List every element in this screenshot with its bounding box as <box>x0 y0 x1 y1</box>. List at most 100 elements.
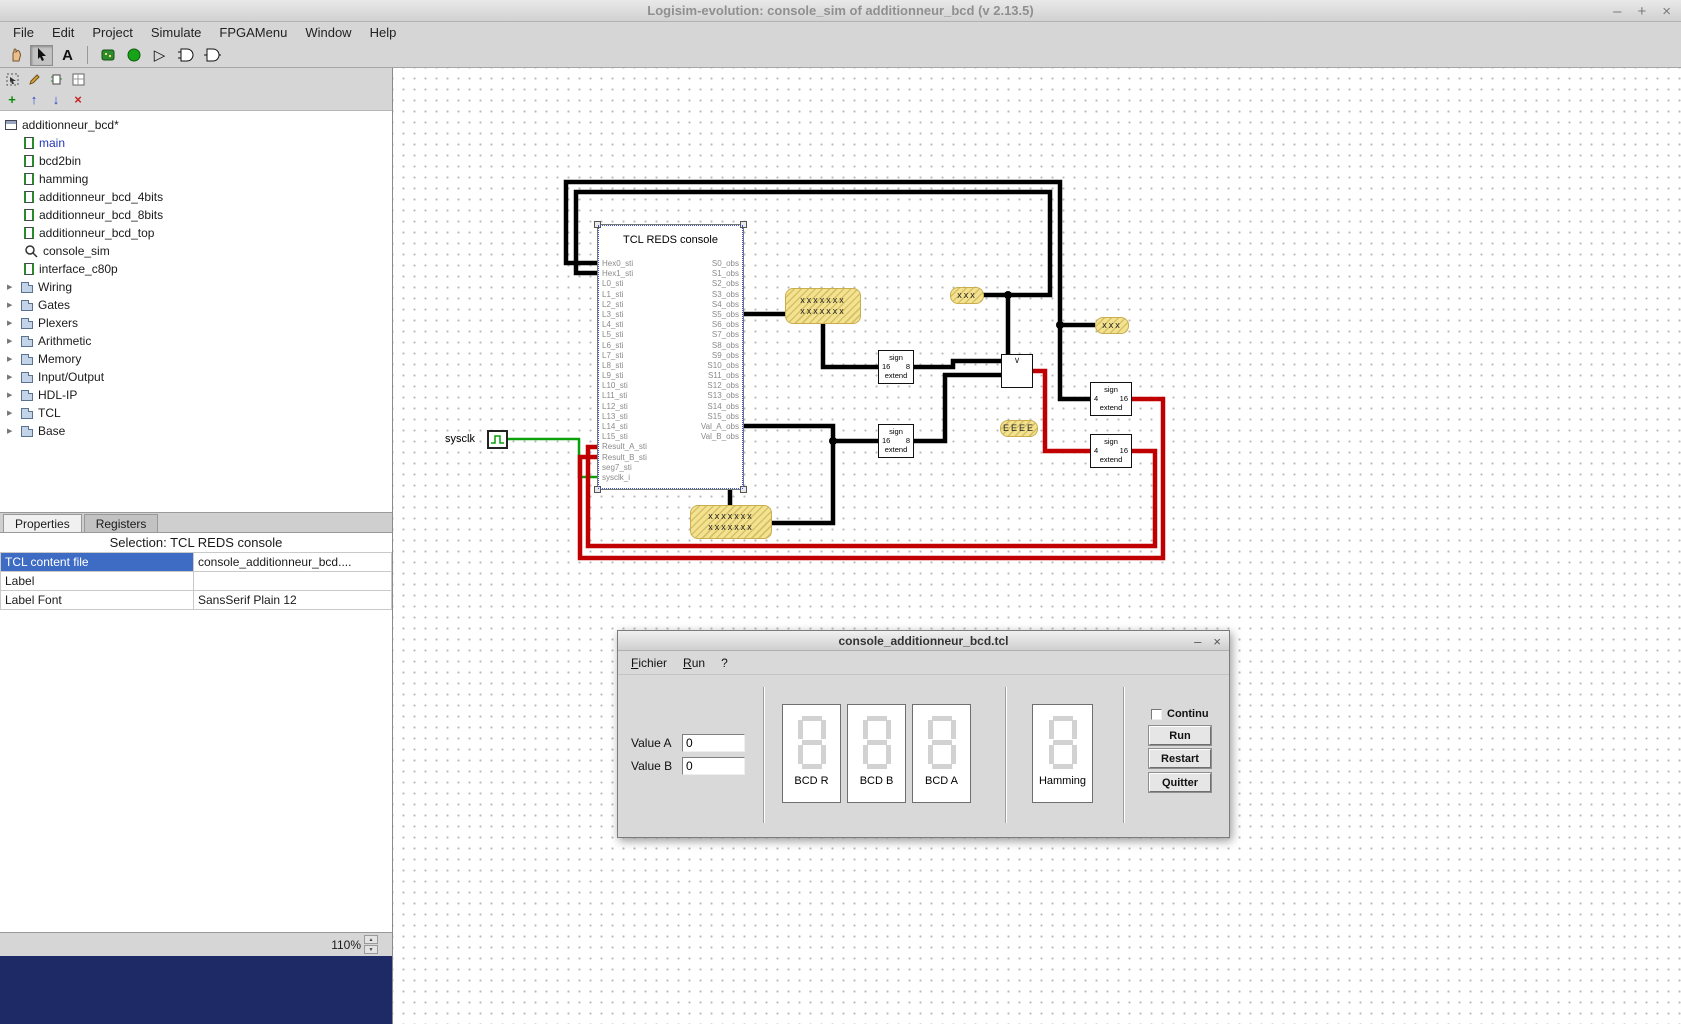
tree-lib-label: Gates <box>38 298 71 312</box>
menu-item[interactable]: Help <box>361 23 406 42</box>
tree-item-additionneur-bcd-8bits[interactable]: additionneur_bcd_8bits <box>0 206 392 224</box>
tree-item-main[interactable]: main <box>0 134 392 152</box>
sign-extend-16-8-a[interactable]: sign 16 8 extend <box>878 350 914 384</box>
subcircuit-appearance-icon[interactable] <box>47 71 65 88</box>
attr-value-tcl-content-file[interactable]: console_additionneur_bcd.... <box>193 552 392 572</box>
tree-root[interactable]: additionneur_bcd* <box>0 116 392 134</box>
remove-circuit-icon[interactable]: × <box>69 91 87 108</box>
menu-item[interactable]: Project <box>83 23 141 42</box>
tree-lib-gates[interactable]: ▶ Gates <box>0 296 392 314</box>
dialog-minimize-icon[interactable]: – <box>1194 634 1201 649</box>
selection-frame-icon[interactable] <box>3 71 21 88</box>
expander-icon[interactable]: ▶ <box>7 301 16 309</box>
tab-registers[interactable]: Registers <box>83 514 159 532</box>
move-circuit-up-icon[interactable]: ↑ <box>25 91 43 108</box>
expander-icon[interactable]: ▶ <box>7 319 16 327</box>
tree-lib-input-output[interactable]: ▶ Input/Output <box>0 368 392 386</box>
selection-handle[interactable] <box>740 486 747 493</box>
expander-icon[interactable]: ▶ <box>7 337 16 345</box>
attr-value-label-font[interactable]: SansSerif Plain 12 <box>193 590 392 610</box>
clock-input-component[interactable] <box>487 430 508 449</box>
move-circuit-down-icon[interactable]: ↓ <box>47 91 65 108</box>
tree-lib-base[interactable]: ▶ Base <box>0 422 392 440</box>
dialog-menu-item[interactable]: ? <box>713 653 736 673</box>
value-a-input[interactable] <box>682 734 745 752</box>
quitter-button[interactable]: Quitter <box>1148 772 1212 793</box>
menu-item[interactable]: Window <box>296 23 360 42</box>
tree-lib-wiring[interactable]: ▶ Wiring <box>0 278 392 296</box>
expander-icon[interactable]: ▶ <box>7 373 16 381</box>
tree-item-interface-c80p[interactable]: interface_c80p <box>0 260 392 278</box>
menu-item[interactable]: Edit <box>43 23 83 42</box>
restart-button[interactable]: Restart <box>1148 748 1212 769</box>
probe-label-s-bus[interactable]: xxxxxxx xxxxxxx <box>785 288 861 324</box>
selection-handle[interactable] <box>740 221 747 228</box>
tcl-reds-console-component[interactable]: TCL REDS console Hex0_sti Hex1_sti L0_sti L… <box>594 221 747 493</box>
tree-lib-tcl[interactable]: ▶ TCL <box>0 404 392 422</box>
expander-icon[interactable]: ▶ <box>7 391 16 399</box>
sign-extend-4-16-b[interactable]: sign 4 16 extend <box>1090 434 1132 468</box>
tree-lib-arithmetic[interactable]: ▶ Arithmetic <box>0 332 392 350</box>
minimize-icon[interactable]: – <box>1613 3 1621 20</box>
value-b-input[interactable] <box>682 757 745 775</box>
add-circuit-icon[interactable]: + <box>3 91 21 108</box>
tree-item-hamming[interactable]: hamming <box>0 170 392 188</box>
tree-item-bcd2bin[interactable]: bcd2bin <box>0 152 392 170</box>
tree-lib-memory[interactable]: ▶ Memory <box>0 350 392 368</box>
text-tool-icon[interactable]: A <box>56 45 79 66</box>
layout-view-icon[interactable] <box>69 71 87 88</box>
gate-buffer2-icon[interactable] <box>200 45 223 66</box>
expander-icon[interactable]: ▶ <box>7 409 16 417</box>
maximize-icon[interactable]: + <box>1637 3 1646 20</box>
attr-value-label[interactable] <box>193 571 392 591</box>
tree-item-console-sim[interactable]: console_sim <box>0 242 392 260</box>
expander-icon[interactable]: ▶ <box>7 355 16 363</box>
zoom-value[interactable]: 110% <box>331 938 361 952</box>
wire-signextend-a-out[interactable] <box>914 358 1001 370</box>
tab-properties[interactable]: Properties <box>3 514 82 532</box>
circuit-list-tool-row: + ↑ ↓ × <box>3 89 389 109</box>
wire-signextend-b-out[interactable] <box>914 372 1001 444</box>
selection-handle[interactable] <box>594 486 601 493</box>
continu-checkbox[interactable] <box>1151 708 1162 720</box>
selection-handle[interactable] <box>594 221 601 228</box>
probe-label-val-bus[interactable]: xxxxxxx xxxxxxx <box>690 505 772 539</box>
dialog-menu-item[interactable]: Fichier <box>623 653 675 673</box>
tree-item-additionneur-bcd-4bits[interactable]: additionneur_bcd_4bits <box>0 188 392 206</box>
dialog-menu-item[interactable]: Run <box>675 653 713 673</box>
dialog-close-icon[interactable]: × <box>1213 634 1221 649</box>
expander-icon[interactable]: ▶ <box>7 427 16 435</box>
tick-once-icon[interactable]: ▷ <box>148 45 171 66</box>
poke-tool-icon[interactable] <box>4 45 27 66</box>
sign-extend-4-16-a[interactable]: sign 4 16 extend <box>1090 382 1132 416</box>
console-pin-label: S9_obs <box>711 350 739 360</box>
probe-label-error[interactable]: EEEE <box>1000 420 1038 437</box>
menu-item[interactable]: Simulate <box>142 23 211 42</box>
expander-icon[interactable]: ▶ <box>7 283 16 291</box>
menu-item[interactable]: File <box>4 23 43 42</box>
sign-extend-16-8-b[interactable]: sign 16 8 extend <box>878 424 914 458</box>
tree-lib-plexers[interactable]: ▶ Plexers <box>0 314 392 332</box>
wire-val-a-to-signextend-b[interactable] <box>744 423 878 444</box>
circuit-canvas[interactable]: TCL REDS console Hex0_sti Hex1_sti L0_sti L… <box>393 68 1681 1024</box>
edit-tool-icon[interactable] <box>30 44 53 66</box>
simulation-enable-icon[interactable] <box>122 45 145 66</box>
tree-lib-hdl-ip[interactable]: ▶ HDL-IP <box>0 386 392 404</box>
gate-buffer-icon[interactable] <box>174 45 197 66</box>
probe-label-hex1[interactable]: xxx <box>950 287 984 304</box>
tree-item-additionneur-bcd-top[interactable]: additionneur_bcd_top <box>0 224 392 242</box>
zoom-decrease-icon[interactable]: ▼ <box>364 945 378 954</box>
pencil-icon <box>28 73 40 85</box>
menu-item[interactable]: FPGAMenu <box>210 23 296 42</box>
close-icon[interactable]: × <box>1662 3 1671 20</box>
tree-lib-label: Input/Output <box>38 370 105 384</box>
comparator-component[interactable]: ∨ <box>1001 354 1033 388</box>
dialog-title-bar[interactable]: console_additionneur_bcd.tcl – × <box>618 631 1229 651</box>
edit-appearance-icon[interactable] <box>25 71 43 88</box>
probe-label-hex0[interactable]: xxx <box>1095 317 1129 334</box>
sign-extend-label: extend <box>1099 403 1123 412</box>
zoom-increase-icon[interactable]: ▲ <box>364 935 378 944</box>
wire-to-signextend-c[interactable] <box>1057 325 1090 402</box>
run-button[interactable]: Run <box>1148 725 1212 746</box>
fpga-board-icon[interactable] <box>96 45 119 66</box>
